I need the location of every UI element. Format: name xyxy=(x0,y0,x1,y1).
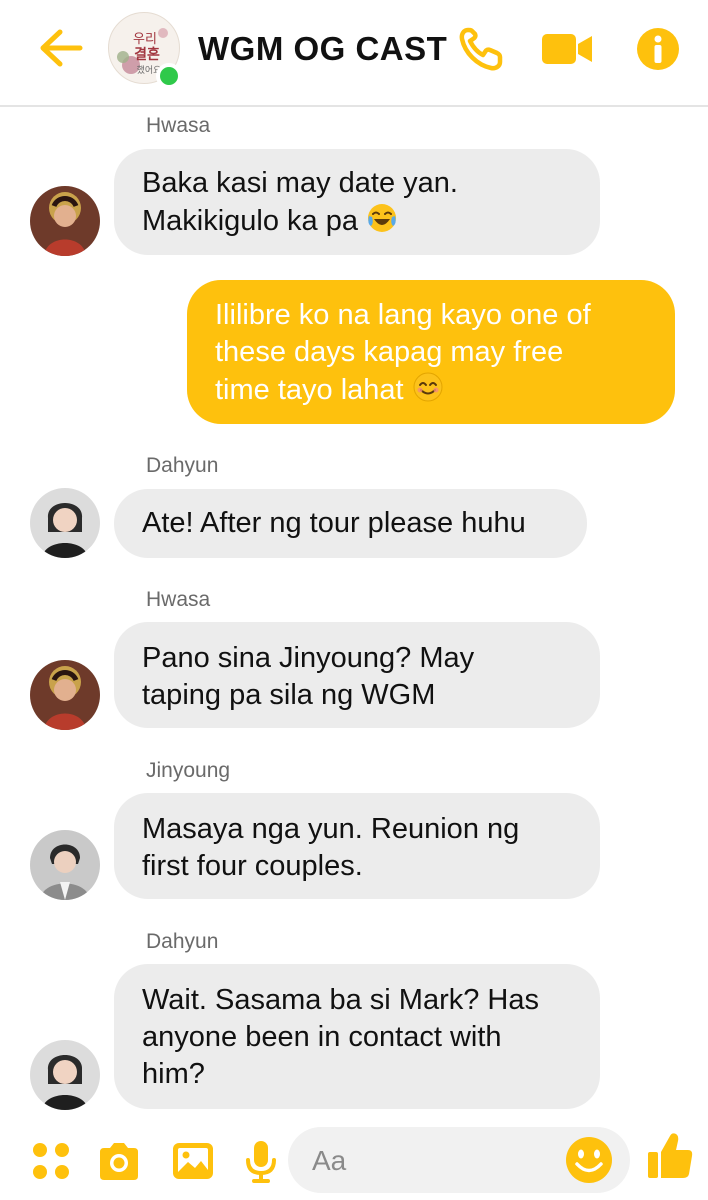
message-text: Pano sina Jinyoung? May taping pa sila n… xyxy=(142,642,475,711)
message-text: Masaya nga yun. Reunion ng first four co… xyxy=(142,813,520,882)
message-text: Wait. Sasama ba si Mark? Has anyone been… xyxy=(142,984,539,1090)
sender-name: Jinyoung xyxy=(146,759,231,782)
face-with-tears-of-joy-icon xyxy=(368,204,397,232)
svg-text:우리: 우리 xyxy=(133,32,157,47)
apps-icon[interactable] xyxy=(28,1138,74,1184)
message-text: Baka kasi may date yan. Makikigulo ka pa xyxy=(142,167,458,237)
message-bubble[interactable]: Pano sina Jinyoung? May taping pa sila n… xyxy=(114,622,600,728)
sender-name: Hwasa xyxy=(146,114,211,137)
message-input-placeholder: Aa xyxy=(312,1145,347,1176)
emoji-icon[interactable] xyxy=(564,1135,614,1185)
message-input[interactable]: Aa xyxy=(288,1127,630,1193)
message-bubble[interactable]: Wait. Sasama ba si Mark? Has anyone been… xyxy=(114,964,600,1109)
sender-name: Hwasa xyxy=(146,588,211,611)
chat-header: 우리 결혼 했어요 WGM OG CAST xyxy=(0,0,708,107)
message-text: Ililibre ko na lang kayo one of these da… xyxy=(215,299,591,406)
smiling-face-with-smiling-eyes-icon xyxy=(413,372,443,402)
gallery-icon[interactable] xyxy=(170,1138,216,1184)
svg-text:결혼: 결혼 xyxy=(134,46,160,63)
jinyoung-avatar[interactable] xyxy=(30,830,100,900)
dahyun-avatar[interactable] xyxy=(30,1040,100,1110)
hwasa-avatar[interactable] xyxy=(30,186,100,256)
microphone-icon[interactable] xyxy=(238,1138,284,1184)
phone-call-icon[interactable] xyxy=(458,26,508,72)
online-status-dot xyxy=(156,63,182,89)
chat-title[interactable]: WGM OG CAST xyxy=(198,30,447,68)
like-icon[interactable] xyxy=(646,1130,694,1182)
message-text: Ate! After ng tour please huhu xyxy=(142,507,526,539)
dahyun-avatar[interactable] xyxy=(30,488,100,558)
message-bubble[interactable]: Masaya nga yun. Reunion ng first four co… xyxy=(114,793,600,899)
message-bubble[interactable]: Baka kasi may date yan. Makikigulo ka pa xyxy=(114,149,600,255)
message-bubble[interactable]: Ate! After ng tour please huhu xyxy=(114,489,587,558)
video-call-icon[interactable] xyxy=(540,26,594,72)
info-icon[interactable] xyxy=(633,26,683,72)
back-arrow-icon[interactable] xyxy=(38,28,84,68)
camera-icon[interactable] xyxy=(96,1138,142,1184)
sender-name: Dahyun xyxy=(146,454,219,477)
message-composer: Aa xyxy=(0,1118,708,1200)
hwasa-avatar[interactable] xyxy=(30,660,100,730)
sender-name: Dahyun xyxy=(146,930,219,953)
my-message-bubble[interactable]: Ililibre ko na lang kayo one of these da… xyxy=(187,280,675,424)
